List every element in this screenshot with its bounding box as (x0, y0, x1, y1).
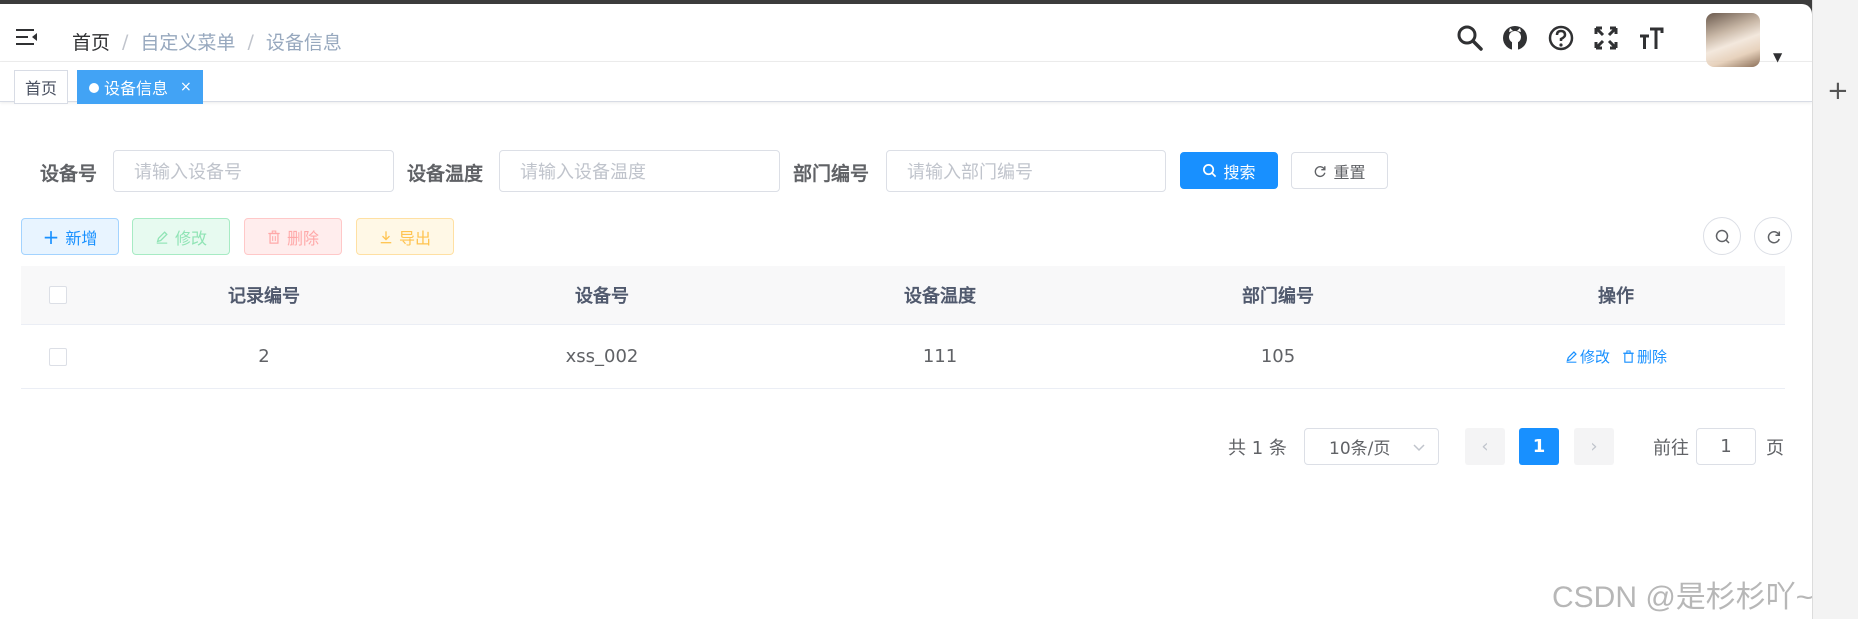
cell-device-no: xss_002 (565, 346, 639, 367)
page-number-1[interactable]: 1 (1519, 428, 1559, 465)
export-button[interactable]: 导出 (356, 218, 454, 255)
chevron-left-icon: ‹ (1481, 436, 1489, 457)
edit-icon (1566, 351, 1577, 363)
select-all-checkbox[interactable] (49, 286, 67, 304)
column-header-dept-no: 部门编号 (1242, 286, 1314, 307)
goto-suffix: 页 (1766, 438, 1784, 459)
github-icon[interactable] (1501, 24, 1529, 52)
tag-home[interactable]: 首页 (14, 70, 69, 104)
refresh-table-button[interactable] (1754, 217, 1792, 255)
column-header-record-id: 记录编号 (228, 286, 300, 307)
breadcrumb-custom-menu: 自定义菜单 (140, 32, 236, 54)
breadcrumb-device-info: 设备信息 (265, 32, 342, 54)
add-button[interactable]: + 新增 (21, 218, 119, 255)
navbar: 首页 / 自定义菜单 / 设备信息 ▼ (0, 4, 1812, 67)
goto-page-input[interactable]: 1 (1696, 428, 1756, 465)
page-size-value: 10条/页 (1329, 439, 1391, 459)
temperature-input[interactable]: 请输入设备温度 (499, 150, 780, 192)
font-size-icon[interactable] (1637, 24, 1665, 52)
app-window: 首页 / 自定义菜单 / 设备信息 ▼ 首页 设备信息 × 设备号 请输入设备号… (0, 4, 1812, 619)
cell-record-id: 2 (258, 346, 270, 367)
browser-side-panel: + (1812, 0, 1858, 619)
breadcrumb-separator: / (247, 30, 254, 53)
reset-button[interactable]: 重置 (1291, 152, 1388, 189)
tag-close-icon[interactable]: × (180, 79, 192, 95)
add-button-label: 新增 (65, 228, 98, 248)
tag-device-info-label: 设备信息 (104, 79, 169, 98)
add-icon[interactable]: + (1827, 76, 1849, 106)
search-icon (1203, 164, 1217, 178)
prev-page-button[interactable]: ‹ (1465, 428, 1505, 465)
refresh-icon (1767, 231, 1781, 244)
row-checkbox[interactable] (49, 347, 67, 366)
chevron-right-icon: › (1590, 436, 1598, 457)
table-header: 记录编号 设备号 设备温度 部门编号 操作 (21, 266, 1785, 325)
select-all-cell (21, 266, 95, 324)
column-header-actions: 操作 (1598, 286, 1634, 307)
watermark: CSDN @是杉杉吖~ (1552, 581, 1812, 614)
help-icon[interactable] (1547, 24, 1575, 52)
edit-icon (156, 230, 168, 244)
delete-icon (268, 230, 280, 244)
download-icon (380, 230, 392, 243)
temperature-label: 设备温度 (407, 163, 484, 185)
breadcrumb-home[interactable]: 首页 (72, 28, 110, 55)
table-row: 2 xss_002 111 105 修改 删除 (21, 325, 1785, 389)
toggle-search-button[interactable] (1703, 217, 1741, 255)
row-delete-link[interactable]: 删除 (1622, 346, 1667, 367)
chevron-down-icon (1413, 444, 1425, 452)
cell-actions: 修改 删除 (1447, 325, 1785, 388)
refresh-icon (1315, 165, 1326, 177)
user-avatar[interactable] (1706, 13, 1760, 67)
plus-icon: + (42, 224, 60, 249)
delete-button[interactable]: 删除 (244, 218, 342, 255)
tag-home-label: 首页 (25, 79, 58, 98)
row-delete-label: 删除 (1637, 348, 1668, 366)
next-page-button[interactable]: › (1574, 428, 1614, 465)
dept-no-label: 部门编号 (793, 163, 870, 185)
search-icon (1715, 229, 1730, 244)
export-button-label: 导出 (398, 228, 431, 248)
cell-dept-no: 105 (1260, 346, 1296, 367)
active-dot-icon (89, 83, 99, 93)
tags-view: 首页 设备信息 × (0, 62, 1812, 104)
fullscreen-icon[interactable] (1592, 24, 1620, 52)
reset-button-label: 重置 (1333, 162, 1366, 182)
delete-icon (1623, 350, 1634, 363)
pagination-total: 共 1 条 (1228, 438, 1287, 459)
search-icon[interactable] (1456, 24, 1484, 52)
breadcrumb: 首页 / 自定义菜单 / 设备信息 (72, 28, 342, 55)
device-no-label: 设备号 (40, 163, 98, 185)
delete-button-label: 删除 (286, 228, 319, 248)
tag-device-info[interactable]: 设备信息 × (77, 70, 203, 104)
column-header-device-no: 设备号 (575, 286, 629, 307)
column-header-temperature: 设备温度 (904, 286, 976, 307)
goto-label: 前往 (1653, 438, 1689, 459)
edit-button-label: 修改 (174, 228, 207, 248)
row-edit-link[interactable]: 修改 (1565, 346, 1610, 367)
breadcrumb-separator: / (122, 30, 129, 53)
device-no-input[interactable]: 请输入设备号 (113, 150, 394, 192)
row-select-cell (21, 325, 95, 388)
page-size-select[interactable]: 10条/页 (1304, 428, 1439, 465)
hamburger-icon[interactable] (16, 28, 38, 46)
dept-no-input[interactable]: 请输入部门编号 (886, 150, 1166, 192)
edit-button[interactable]: 修改 (132, 218, 230, 255)
row-edit-label: 修改 (1579, 348, 1610, 366)
cell-temperature: 111 (922, 346, 958, 367)
search-button[interactable]: 搜索 (1180, 152, 1278, 189)
search-button-label: 搜索 (1223, 162, 1256, 182)
